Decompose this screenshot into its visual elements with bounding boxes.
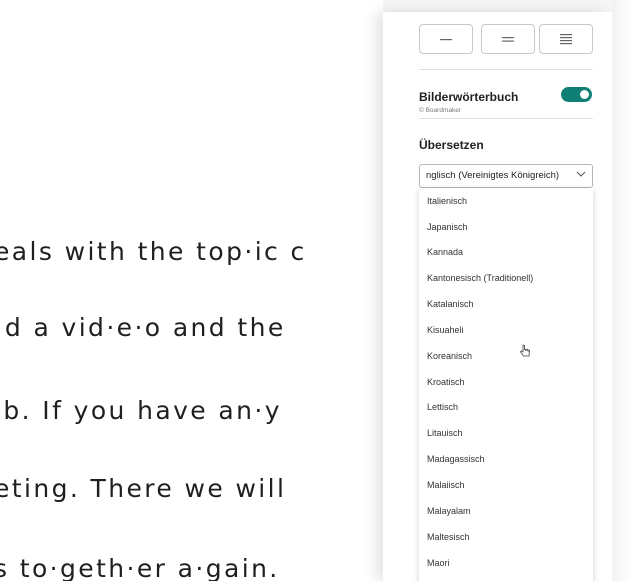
language-dropdown-list[interactable]: Italienisch Japanisch Kannada Kantonesis… <box>419 188 593 581</box>
language-option[interactable]: Madagassisch <box>427 454 485 464</box>
panel-top-strip <box>383 0 612 12</box>
language-option[interactable]: Malaiisch <box>427 480 465 490</box>
language-option[interactable]: Italienisch <box>427 196 467 206</box>
language-option[interactable]: Koreanisch <box>427 351 472 361</box>
line-spacing-narrow-icon <box>440 39 452 41</box>
language-option[interactable]: Kannada <box>427 247 463 257</box>
language-option[interactable]: Maltesisch <box>427 532 470 542</box>
selected-language: nglisch (Vereinigtes Königreich) <box>426 170 560 181</box>
line-spacing-wide-button[interactable] <box>539 24 593 54</box>
reader-line: ːd a vid·e·o and the <box>0 313 286 342</box>
chevron-down-icon <box>576 171 586 177</box>
line-spacing-medium-icon <box>502 37 514 42</box>
language-option[interactable]: Japanisch <box>427 222 468 232</box>
language-option[interactable]: Litauisch <box>427 428 463 438</box>
hand-pointer-cursor-icon <box>519 344 530 357</box>
line-spacing-narrow-button[interactable] <box>419 24 473 54</box>
language-option[interactable]: Kroatisch <box>427 377 465 387</box>
line-spacing-medium-button[interactable] <box>481 24 535 54</box>
picture-dictionary-label: Bilderwörterbuch <box>419 90 519 104</box>
reader-text-area: eals with the top·ic c ːd a vid·e·o and … <box>0 0 395 581</box>
reader-line: ıb. If you have an·y <box>0 396 282 425</box>
reader-line: eals with the top·ic c <box>0 237 307 266</box>
language-option[interactable]: Kisuaheli <box>427 325 464 335</box>
divider <box>419 69 593 70</box>
language-option[interactable]: Lettisch <box>427 402 458 412</box>
line-spacing-group <box>419 24 595 54</box>
language-option[interactable]: Katalanisch <box>427 299 474 309</box>
toggle-knob <box>580 90 589 99</box>
divider <box>419 118 593 119</box>
translation-language-select[interactable]: nglisch (Vereinigtes Königreich) <box>419 164 593 188</box>
picture-dictionary-credit: © Boardmaker <box>419 107 461 114</box>
reader-line: s to·geth·er a·gain. <box>0 554 280 581</box>
language-option[interactable]: Malayalam <box>427 506 471 516</box>
translate-section-title: Übersetzen <box>419 138 484 152</box>
line-spacing-wide-icon <box>560 34 572 45</box>
window-edge <box>612 0 634 581</box>
language-option[interactable]: Maori <box>427 558 450 568</box>
language-option[interactable]: Kantonesisch (Traditionell) <box>427 273 533 283</box>
reading-preferences-panel: Bilderwörterbuch © Boardmaker Übersetzen… <box>383 12 612 581</box>
picture-dictionary-toggle[interactable] <box>561 87 592 102</box>
reader-line: eting. There we will <box>0 474 287 503</box>
